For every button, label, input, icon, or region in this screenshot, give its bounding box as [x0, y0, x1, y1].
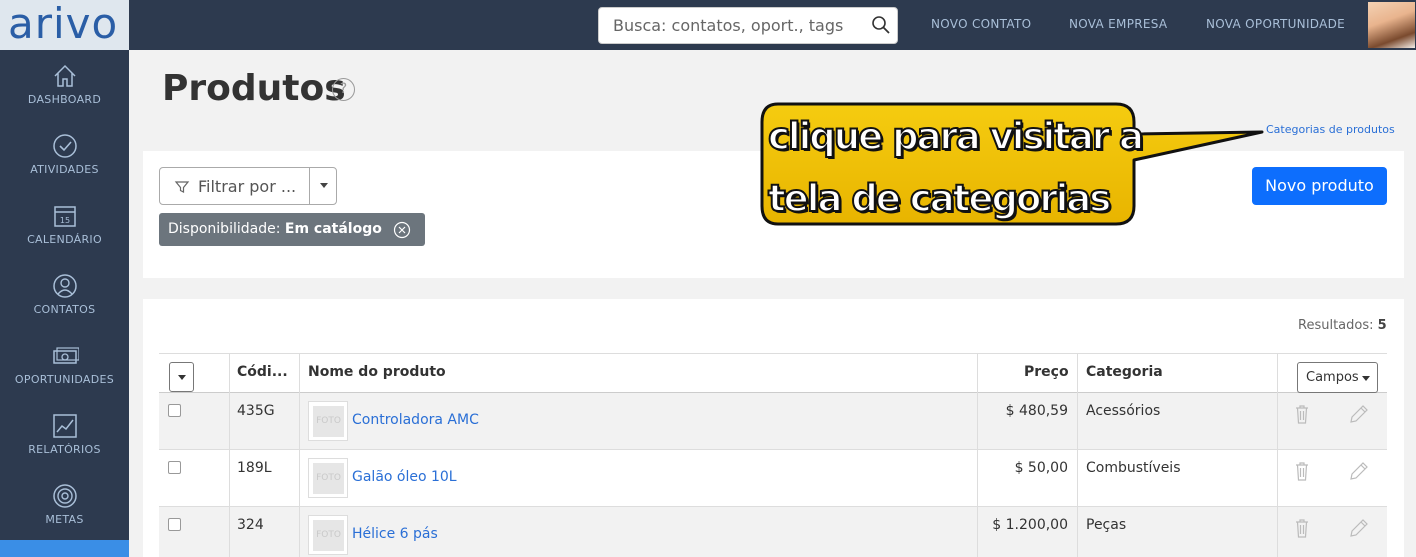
filter-label: Filtrar por ... [198, 177, 297, 196]
help-icon[interactable]: ? [332, 78, 355, 101]
trash-icon[interactable] [1295, 461, 1309, 481]
sidebar-item-dashboard[interactable]: DASHBOARD [0, 50, 129, 120]
row-price: $ 480,59 [1005, 403, 1068, 419]
pencil-icon[interactable] [1348, 517, 1370, 539]
column-header-name[interactable]: Nome do produto [308, 364, 446, 380]
callout-line-2: tela de categorias [767, 176, 1112, 221]
sidebar-item-label: DASHBOARD [27, 93, 102, 106]
product-name-link[interactable]: Hélice 6 pás [352, 526, 438, 542]
column-divider [229, 353, 230, 557]
callout-line-1: clique para visitar a [767, 114, 1145, 159]
chevron-down-icon[interactable] [320, 183, 328, 188]
sidebar-item-metas[interactable]: METAS [0, 470, 129, 540]
new-contact-link[interactable]: NOVO CONTATO [931, 17, 1031, 31]
trash-icon[interactable] [1295, 404, 1309, 424]
results-count: Resultados: 5 [1298, 318, 1387, 333]
results-number: 5 [1377, 318, 1387, 333]
svg-text:15: 15 [60, 216, 70, 225]
select-all-dropdown[interactable] [169, 362, 194, 392]
sidebar-item-label: CALENDÁRIO [27, 233, 102, 246]
check-circle-icon [53, 134, 77, 158]
chart-icon [53, 414, 77, 438]
row-category: Acessórios [1086, 403, 1161, 419]
table-row: 324 FOTO Hélice 6 pás $ 1.200,00 Peças [159, 507, 1387, 557]
row-code: 435G [237, 403, 275, 419]
sidebar-item-contatos[interactable]: CONTATOS [0, 260, 129, 330]
search-input[interactable] [599, 8, 869, 43]
row-price: $ 1.200,00 [992, 517, 1068, 533]
sidebar-item-calendario[interactable]: 15 CALENDÁRIO [0, 190, 129, 260]
product-photo: FOTO [308, 515, 348, 555]
column-header-category[interactable]: Categoria [1086, 364, 1163, 380]
column-divider [299, 353, 300, 557]
photo-placeholder: FOTO [313, 406, 344, 437]
column-header-code[interactable]: Códi... [237, 364, 288, 380]
top-navbar: arivo NOVO CONTATO NOVA EMPRESA NOVA OPO… [0, 0, 1416, 50]
row-checkbox[interactable] [168, 461, 181, 474]
product-photo: FOTO [308, 458, 348, 498]
new-company-link[interactable]: NOVA EMPRESA [1069, 17, 1167, 31]
row-price: $ 50,00 [1014, 460, 1068, 476]
filter-icon [174, 181, 190, 193]
new-opportunity-link[interactable]: NOVA OPORTUNIDADE [1206, 17, 1345, 31]
results-label: Resultados: [1298, 318, 1374, 333]
filter-divider [309, 168, 310, 204]
column-divider [977, 353, 978, 557]
active-filter-chip: Disponibilidade: Em catálogo [159, 213, 425, 246]
table-row: 435G FOTO Controladora AMC $ 480,59 Aces… [159, 393, 1387, 450]
sidebar: DASHBOARD ATIVIDADES 15 CALENDÁRIO CONTA… [0, 50, 129, 557]
sidebar-item-label: RELATÓRIOS [28, 443, 101, 456]
row-checkbox[interactable] [168, 404, 181, 417]
active-filter-text: Disponibilidade: Em catálogo [168, 221, 382, 237]
close-icon[interactable] [393, 221, 411, 239]
target-icon [53, 484, 77, 508]
logo-text: arivo [8, 0, 119, 48]
pencil-icon[interactable] [1348, 460, 1370, 482]
search-box[interactable] [598, 7, 898, 44]
table-header: Códi... Nome do produto Preço Categoria [159, 353, 1387, 393]
trash-icon[interactable] [1295, 518, 1309, 538]
column-divider [1077, 353, 1078, 557]
home-icon [54, 64, 76, 87]
photo-placeholder: FOTO [313, 463, 344, 494]
table-row: 189L FOTO Galão óleo 10L $ 50,00 Combust… [159, 450, 1387, 507]
sidebar-item-label: ATIVIDADES [30, 163, 99, 176]
page-title: Produtos [162, 68, 346, 109]
product-name-link[interactable]: Controladora AMC [352, 412, 479, 428]
sidebar-item-oportunidades[interactable]: OPORTUNIDADES [0, 330, 129, 400]
product-photo: FOTO [308, 401, 348, 441]
filter-dropdown[interactable]: Filtrar por ... [159, 167, 337, 205]
sidebar-item-label: METAS [45, 513, 84, 526]
row-code: 324 [237, 517, 264, 533]
sidebar-item-label: OPORTUNIDADES [14, 373, 115, 386]
calendar-icon: 15 [54, 206, 76, 227]
callout-text: clique para visitar a tela de categorias [767, 106, 1145, 230]
row-category: Combustíveis [1086, 460, 1181, 476]
user-icon [53, 274, 77, 298]
sidebar-item-atividades[interactable]: ATIVIDADES [0, 120, 129, 190]
logo[interactable]: arivo [0, 0, 129, 50]
sidebar-item-label: CONTATOS [33, 303, 96, 316]
pencil-icon[interactable] [1348, 403, 1370, 425]
avatar[interactable] [1368, 2, 1415, 48]
row-code: 189L [237, 460, 272, 476]
photo-placeholder: FOTO [313, 520, 344, 551]
column-header-price[interactable]: Preço [1024, 364, 1069, 380]
filter-value: Em catálogo [284, 221, 382, 237]
filter-key: Disponibilidade: [168, 221, 281, 237]
money-icon [53, 347, 79, 364]
product-name-link[interactable]: Galão óleo 10L [352, 469, 457, 485]
tutorial-callout: clique para visitar a tela de categorias [760, 100, 1400, 230]
fields-button-label: Campos [1306, 370, 1359, 385]
fields-button[interactable]: Campos [1297, 362, 1378, 393]
sidebar-item-produtos[interactable] [0, 540, 129, 557]
search-icon[interactable] [871, 15, 891, 35]
column-divider [1277, 353, 1278, 557]
sidebar-item-relatorios[interactable]: RELATÓRIOS [0, 400, 129, 470]
row-checkbox[interactable] [168, 518, 181, 531]
row-category: Peças [1086, 517, 1127, 533]
